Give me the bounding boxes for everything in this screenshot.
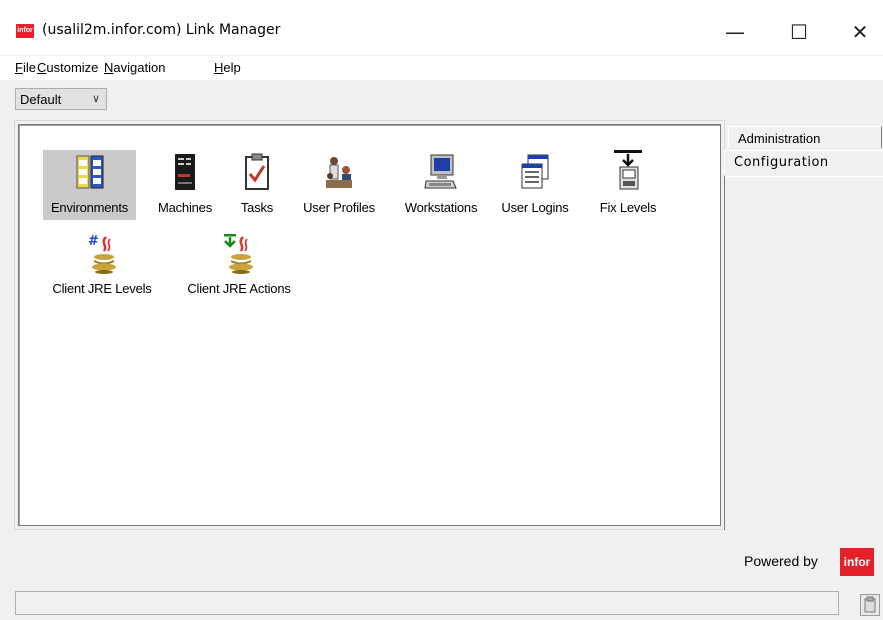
icon-tasks[interactable]: Tasks (229, 150, 285, 220)
menu-file[interactable]: File (15, 60, 36, 75)
status-bar (15, 591, 839, 615)
icon-panel: Environments Machines Tasks User Profile… (18, 124, 721, 526)
menu-navigation-rest: avigation (113, 60, 166, 75)
maximize-button[interactable]: ☐ (776, 12, 822, 52)
tab-administration-label: Administration (738, 131, 821, 146)
client-jre-levels-icon: # (88, 234, 116, 274)
client-jre-actions-icon (224, 234, 253, 274)
icon-user-profiles-label: User Profiles (303, 200, 375, 215)
title-bar: infor (usalil2m.infor.com) Link Manager … (0, 0, 883, 55)
view-selector-dropdown[interactable]: Default ∨ (15, 88, 107, 110)
menu-help-accel: H (214, 60, 224, 75)
menu-help[interactable]: Help (214, 60, 241, 75)
fix-levels-icon (614, 150, 642, 190)
chevron-down-icon: ∨ (91, 93, 100, 105)
icon-workstations-label: Workstations (404, 200, 478, 215)
icon-environments-label: Environments (50, 200, 129, 215)
tab-content-border (724, 176, 725, 530)
machines-icon (175, 154, 195, 190)
menu-navigation[interactable]: Navigation (104, 60, 165, 75)
icon-machines-label: Machines (157, 200, 213, 215)
icon-user-logins[interactable]: User Logins (497, 150, 573, 220)
icon-workstations[interactable]: Workstations (393, 150, 489, 220)
icon-client-jre-levels[interactable]: # Client JRE Levels (41, 233, 163, 301)
svg-text:#: # (88, 234, 99, 249)
icon-environments[interactable]: Environments (43, 150, 136, 220)
menu-help-rest: elp (223, 60, 241, 75)
powered-by-text: Powered by (744, 553, 818, 569)
user-logins-icon (521, 154, 549, 189)
icon-client-jre-actions-label: Client JRE Actions (187, 281, 291, 296)
icon-tasks-label: Tasks (240, 200, 274, 215)
icon-user-logins-label: User Logins (501, 200, 569, 215)
icon-fix-levels[interactable]: Fix Levels (593, 150, 663, 220)
environments-icon (76, 155, 103, 189)
view-selector-value: Default (20, 92, 62, 107)
workstations-icon (424, 154, 457, 189)
user-profiles-icon (326, 157, 352, 188)
icon-fix-levels-label: Fix Levels (599, 200, 657, 215)
close-button[interactable]: ✕ (837, 12, 883, 52)
minimize-button[interactable]: — (712, 12, 758, 52)
menu-file-accel: F (15, 60, 23, 75)
tab-configuration[interactable]: Configuration (724, 150, 883, 174)
tasks-icon (245, 153, 269, 190)
menu-navigation-accel: N (104, 60, 114, 75)
menu-bar: File Customize Navigation Help (0, 56, 883, 80)
tab-administration[interactable]: Administration (728, 126, 882, 148)
icon-client-jre-actions[interactable]: Client JRE Actions (173, 233, 305, 301)
menu-customize-accel: C (37, 60, 47, 75)
menu-customize-rest: ustomize (46, 60, 99, 75)
menu-file-rest: ile (22, 60, 36, 75)
clipboard-glyph-icon (864, 596, 876, 613)
icon-client-jre-levels-label: Client JRE Levels (52, 281, 152, 296)
clipboard-icon[interactable] (860, 594, 880, 616)
app-logo-icon: infor (16, 24, 34, 38)
tab-configuration-label: Configuration (734, 155, 829, 170)
menu-customize[interactable]: Customize (37, 60, 98, 75)
window-title: (usalil2m.infor.com) Link Manager (42, 22, 281, 38)
icon-user-profiles[interactable]: User Profiles (293, 150, 385, 220)
tab-divider (724, 176, 883, 177)
infor-logo: infor (840, 548, 874, 576)
icon-machines[interactable]: Machines (149, 150, 221, 220)
